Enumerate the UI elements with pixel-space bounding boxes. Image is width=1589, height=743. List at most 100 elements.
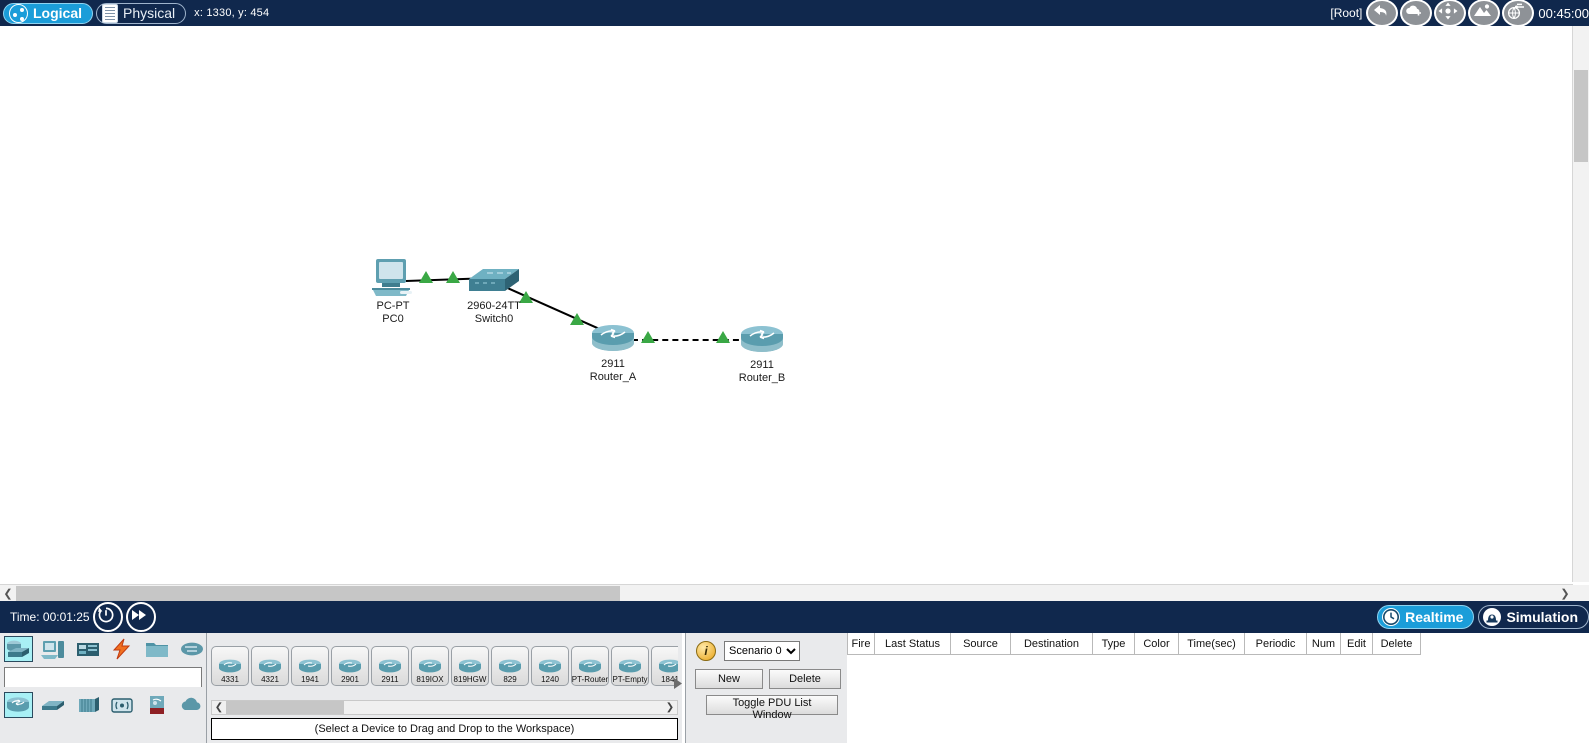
pdu-column-header[interactable]: Destination [1011, 633, 1093, 655]
pdu-list-body[interactable] [847, 655, 1589, 743]
router-icon [339, 659, 361, 673]
mode-realtime-label: Realtime [1405, 609, 1464, 625]
simulation-clock: 00:45:00 [1538, 5, 1589, 21]
folder-icon[interactable] [143, 636, 172, 662]
pdu-column-header[interactable]: Num [1307, 633, 1341, 655]
model-item[interactable]: PT-Empty [611, 646, 649, 686]
mode-simulation-button[interactable]: Simulation [1478, 605, 1589, 629]
device-subcategory-row [0, 689, 206, 721]
pdu-column-header[interactable]: Time(sec) [1179, 633, 1245, 655]
device-router-a-name: Router_A [589, 371, 637, 383]
logical-workspace-canvas[interactable]: PC-PT PC0 2960-24TT Switch0 2911 Router_… [0, 26, 1573, 582]
cloud-plus-icon[interactable] [1400, 0, 1433, 27]
mode-toggle-group: Realtime Simulation [1377, 605, 1589, 629]
device-router-a-model: 2911 [601, 358, 625, 370]
model-item[interactable]: 2911 [371, 646, 409, 686]
model-item[interactable]: 1941 [291, 646, 329, 686]
router-icon [592, 325, 634, 351]
switch-icon [469, 269, 519, 291]
end-devices-icon[interactable] [39, 636, 68, 662]
delete-pdu-button[interactable]: Delete [769, 669, 841, 689]
device-switch0-model: 2960-24TT [467, 300, 521, 312]
model-item[interactable]: 819IOX [411, 646, 449, 686]
move-arrows-icon[interactable] [1434, 0, 1467, 27]
device-selection-hint: (Select a Device to Drag and Drop to the… [211, 718, 678, 740]
mode-realtime-button[interactable]: Realtime [1377, 605, 1475, 629]
new-pdu-button[interactable]: New [695, 669, 763, 689]
pdu-column-header[interactable]: Periodic [1245, 633, 1307, 655]
scrollbar-thumb[interactable] [226, 701, 344, 714]
scroll-left-icon[interactable]: ❮ [0, 587, 16, 600]
workspace-horizontal-scrollbar[interactable]: ❮ ❯ [0, 584, 1573, 602]
wan-cloud-icon[interactable] [177, 692, 206, 718]
scroll-right-icon[interactable]: ❯ [1557, 587, 1573, 600]
search-input[interactable] [5, 669, 201, 687]
switch-icon[interactable] [39, 692, 68, 718]
router-icon [419, 659, 441, 673]
workspace-vertical-scrollbar[interactable] [1572, 26, 1589, 582]
pdu-column-header[interactable]: Source [951, 633, 1011, 655]
device-search-box[interactable] [4, 667, 202, 687]
info-icon[interactable]: i [696, 641, 716, 661]
top-toolbar-right-group: [Root] 00:45:00 [1330, 0, 1589, 27]
model-item[interactable]: 819HGW [451, 646, 489, 686]
security-icon[interactable] [143, 692, 172, 718]
pdu-column-header[interactable]: Type [1093, 633, 1135, 655]
model-label: 4331 [221, 675, 239, 684]
power-cycle-devices-button[interactable] [92, 602, 123, 632]
tab-logical-label: Logical [33, 5, 83, 21]
scrollbar-thumb[interactable] [1574, 70, 1588, 162]
wireless-icon[interactable] [108, 692, 137, 718]
panel-expand-arrow-icon[interactable] [672, 676, 684, 690]
router-icon [539, 659, 561, 673]
pdu-list-header: Fire Last Status Source Destination Type… [847, 633, 1589, 655]
image-icon[interactable] [1468, 0, 1501, 27]
scrollbar-thumb[interactable] [16, 586, 620, 601]
cloud-icon[interactable] [177, 636, 206, 662]
device-router-a[interactable]: 2911 Router_A [577, 323, 649, 383]
pdu-column-header[interactable]: Delete [1373, 633, 1421, 655]
model-item[interactable]: 1240 [531, 646, 569, 686]
clock-icon [1382, 608, 1401, 626]
top-toolbar: Logical Physical x: 1330, y: 454 [Root] [0, 0, 1589, 27]
router-icon[interactable] [4, 692, 33, 718]
tab-physical-view[interactable]: Physical [96, 2, 187, 24]
device-switch0[interactable]: 2960-24TT Switch0 [454, 265, 534, 325]
pdu-column-header[interactable]: Fire [847, 633, 875, 655]
globe-icon[interactable] [1502, 0, 1535, 27]
device-selection-hint-label: (Select a Device to Drag and Drop to the… [314, 723, 575, 735]
lightning-connection-icon[interactable] [108, 636, 137, 662]
pdu-column-header[interactable]: Last Status [875, 633, 951, 655]
fast-forward-time-button[interactable] [125, 602, 156, 632]
device-pc0[interactable]: PC-PT PC0 [358, 257, 428, 325]
model-item[interactable]: 4321 [251, 646, 289, 686]
scenario-select[interactable]: Scenario 0 [724, 641, 800, 661]
pdu-list-panel: Fire Last Status Source Destination Type… [847, 633, 1589, 743]
model-item[interactable]: 829 [491, 646, 529, 686]
cursor-coordinates: x: 1330, y: 454 [194, 7, 270, 19]
model-item[interactable]: 2901 [331, 646, 369, 686]
model-label: 4321 [261, 675, 279, 684]
scroll-right-icon[interactable]: ❯ [663, 702, 677, 713]
model-item[interactable]: PT-Router [571, 646, 609, 686]
tab-logical-view[interactable]: Logical [3, 2, 94, 24]
router-icon [579, 659, 601, 673]
model-label: 819HGW [453, 675, 487, 684]
device-model-strip[interactable]: 4331 4321 1941 2901 2911 819IOX 819HGW 8… [211, 637, 678, 695]
model-strip-scrollbar[interactable]: ❮ ❯ [211, 700, 678, 715]
model-item[interactable]: 4331 [211, 646, 249, 686]
back-arrow-icon[interactable] [1366, 0, 1399, 27]
logical-view-icon [9, 3, 28, 23]
pdu-column-header[interactable]: Color [1135, 633, 1179, 655]
scroll-left-icon[interactable]: ❮ [212, 702, 226, 713]
mode-simulation-label: Simulation [1506, 609, 1578, 625]
router-icon [741, 326, 783, 352]
root-breadcrumb: [Root] [1330, 6, 1363, 20]
components-board-icon[interactable] [73, 636, 102, 662]
pdu-column-header[interactable]: Edit [1341, 633, 1373, 655]
device-type-selection-box [0, 633, 207, 743]
device-router-b[interactable]: 2911 Router_B [726, 324, 798, 384]
network-devices-icon[interactable] [4, 636, 33, 662]
toggle-pdu-list-window-button[interactable]: Toggle PDU List Window [706, 695, 838, 721]
hub-icon[interactable] [73, 692, 102, 718]
